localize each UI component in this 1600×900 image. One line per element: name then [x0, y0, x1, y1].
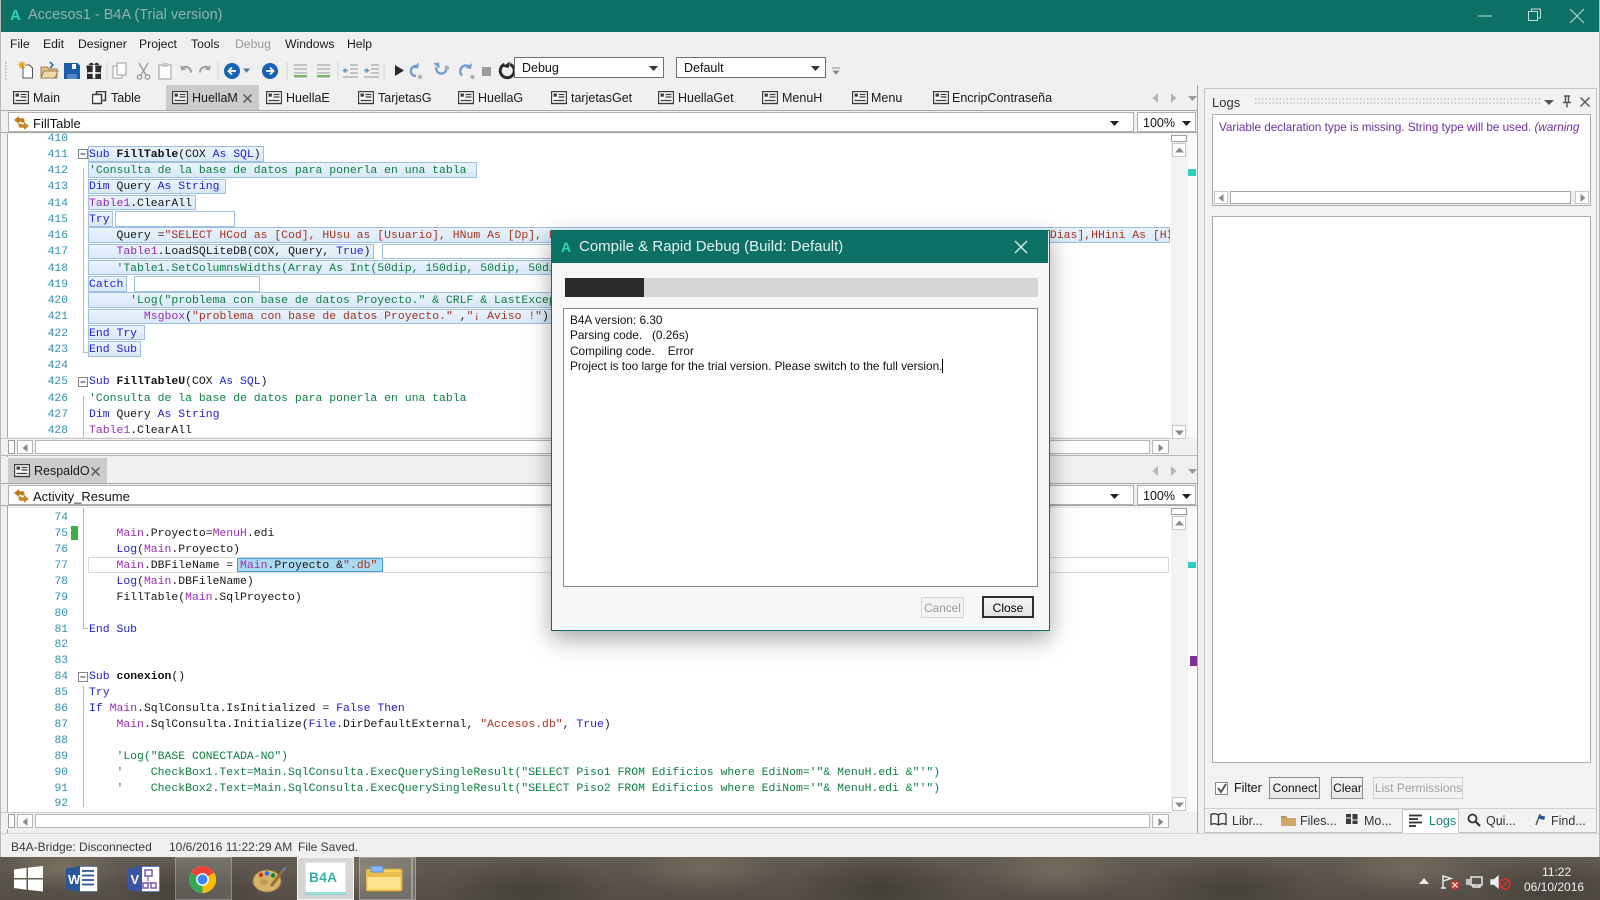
- svg-text:W: W: [68, 872, 81, 887]
- svg-text:V: V: [131, 872, 140, 887]
